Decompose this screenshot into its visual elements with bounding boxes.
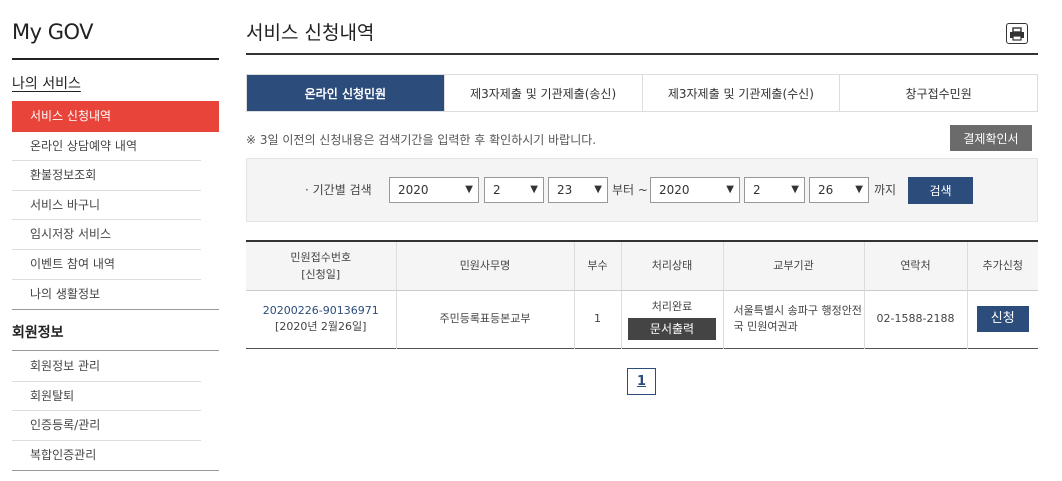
col-name: 민원사무명 (395, 241, 574, 291)
cell-apply: 신청 (966, 290, 1038, 348)
to-day-select[interactable]: 26 ▼ (809, 177, 869, 203)
apply-button[interactable]: 신청 (976, 306, 1029, 332)
col-receipt-no: 민원접수번호 [신청일] (246, 241, 396, 291)
sidebar-item-multi-auth[interactable]: 복합인증관리 (12, 441, 201, 471)
sidebar-item-refund-info[interactable]: 환불정보조회 (12, 161, 201, 191)
notice-text: ※ 3일 이전의 신청내용은 검색기간을 입력한 후 확인하시기 바랍니다. (246, 133, 597, 147)
col-agency: 교부기관 (722, 241, 864, 291)
menu-member-info: 회원정보 관리 회원탈퇴 인증등록/관리 복합인증관리 (12, 352, 219, 470)
tab-bar: 온라인 신청민원 제3자제출 및 기관제출(송신) 제3자제출 및 기관제출(수… (246, 74, 1038, 112)
payment-confirm-button[interactable]: 결제확인서 (950, 125, 1032, 151)
table-header-row: 민원접수번호 [신청일] 민원사무명 부수 처리상태 교부기관 연락처 추가신청 (246, 241, 1038, 291)
section-divider (12, 309, 219, 310)
section-title-my-services[interactable]: 나의 서비스 (12, 73, 81, 93)
sidebar-item-temp-saved[interactable]: 임시저장 서비스 (12, 220, 201, 250)
to-month-value: 2 (753, 183, 761, 197)
printer-icon (1010, 26, 1024, 41)
sidebar-item-member-manage[interactable]: 회원정보 관리 (12, 352, 201, 382)
from-month-select[interactable]: 2 ▼ (484, 177, 544, 203)
brand-title[interactable]: My GOV (12, 20, 94, 44)
tab-third-party-received[interactable]: 제3자제출 및 기관제출(수신) (642, 75, 841, 111)
col-receipt-date-label: [신청일] (301, 267, 341, 281)
from-day-value: 23 (557, 183, 573, 197)
chevron-down-icon: ▼ (530, 184, 538, 195)
chevron-down-icon: ▼ (726, 184, 734, 195)
cell-name: 주민등록표등본교부 (395, 290, 574, 348)
receipt-no-link[interactable]: 20200226-90136971 (246, 303, 396, 319)
application-table: 민원접수번호 [신청일] 민원사무명 부수 처리상태 교부기관 연락처 추가신청… (246, 240, 1038, 349)
section-title-member-info[interactable]: 회원정보 (12, 322, 64, 342)
col-contact: 연락처 (863, 241, 967, 291)
search-button[interactable]: 검색 (908, 177, 973, 204)
col-status: 처리상태 (620, 241, 723, 291)
tab-online-application[interactable]: 온라인 신청민원 (247, 75, 445, 111)
to-year-value: 2020 (659, 183, 690, 197)
from-month-value: 2 (493, 183, 501, 197)
sidebar-item-event-history[interactable]: 이벤트 참여 내역 (12, 250, 201, 280)
col-copies: 부수 (573, 241, 621, 291)
status-text: 처리완료 (651, 299, 693, 313)
chevron-down-icon: ▼ (594, 184, 602, 195)
section-divider (12, 350, 219, 351)
cell-agency: 서울특별시 송파구 행정안전국 민원여권과 (722, 290, 864, 348)
pagination-page-1[interactable]: 1 (627, 368, 656, 395)
sidebar-item-service-history[interactable]: 서비스 신청내역 (12, 102, 219, 132)
chevron-down-icon: ▼ (465, 184, 473, 195)
col-extra: 추가신청 (966, 241, 1038, 291)
to-year-select[interactable]: 2020 ▼ (650, 177, 740, 203)
brand-divider (12, 58, 219, 60)
sidebar-item-cert-manage[interactable]: 인증등록/관리 (12, 411, 201, 441)
tab-third-party-sent[interactable]: 제3자제출 및 기관제출(송신) (444, 75, 643, 111)
from-day-select[interactable]: 23 ▼ (548, 177, 608, 203)
receipt-date: [2020년 2월26일] (275, 320, 367, 333)
cell-contact: 02-1588-2188 (863, 290, 967, 348)
to-day-value: 26 (818, 183, 834, 197)
title-divider (246, 53, 1038, 55)
sidebar-item-service-basket[interactable]: 서비스 바구니 (12, 191, 201, 221)
sidebar-item-consult-reservation[interactable]: 온라인 상담예약 내역 (12, 132, 201, 162)
main-content: 서비스 신청내역 온라인 신청민원 제3자제출 및 기관제출(송신) 제3자제출… (246, 0, 1038, 481)
from-year-value: 2020 (398, 183, 429, 197)
search-panel: · 기간별 검색 2020 ▼ 2 ▼ 23 ▼ 부터 ~ 2020 ▼ 2 ▼… (246, 158, 1038, 222)
sidebar: My GOV 나의 서비스 서비스 신청내역 온라인 상담예약 내역 환불정보조… (12, 0, 219, 481)
search-label: · 기간별 검색 (305, 183, 372, 197)
cell-copies: 1 (573, 290, 621, 348)
from-year-select[interactable]: 2020 ▼ (389, 177, 479, 203)
cell-status: 처리완료 문서출력 (620, 290, 723, 348)
print-document-button[interactable]: 문서출력 (628, 317, 716, 340)
menu-my-services: 서비스 신청내역 온라인 상담예약 내역 환불정보조회 서비스 바구니 임시저장… (12, 102, 219, 309)
col-receipt-no-label: 민원접수번호 (290, 250, 352, 264)
tab-counter-application[interactable]: 창구접수민원 (840, 75, 1037, 111)
section-divider (12, 470, 219, 471)
chevron-down-icon: ▼ (855, 184, 863, 195)
chevron-down-icon: ▼ (791, 184, 799, 195)
sidebar-item-withdraw[interactable]: 회원탈퇴 (12, 382, 201, 412)
to-month-select[interactable]: 2 ▼ (744, 177, 805, 203)
sidebar-item-life-info[interactable]: 나의 생활정보 (12, 280, 201, 310)
to-text: 까지 (874, 183, 897, 197)
from-text: 부터 ~ (612, 183, 648, 197)
cell-receipt: 20200226-90136971 [2020년 2월26일] (246, 290, 396, 348)
page-title: 서비스 신청내역 (246, 22, 375, 44)
print-button[interactable] (1006, 23, 1028, 44)
table-row: 20200226-90136971 [2020년 2월26일] 주민등록표등본교… (246, 290, 1038, 348)
